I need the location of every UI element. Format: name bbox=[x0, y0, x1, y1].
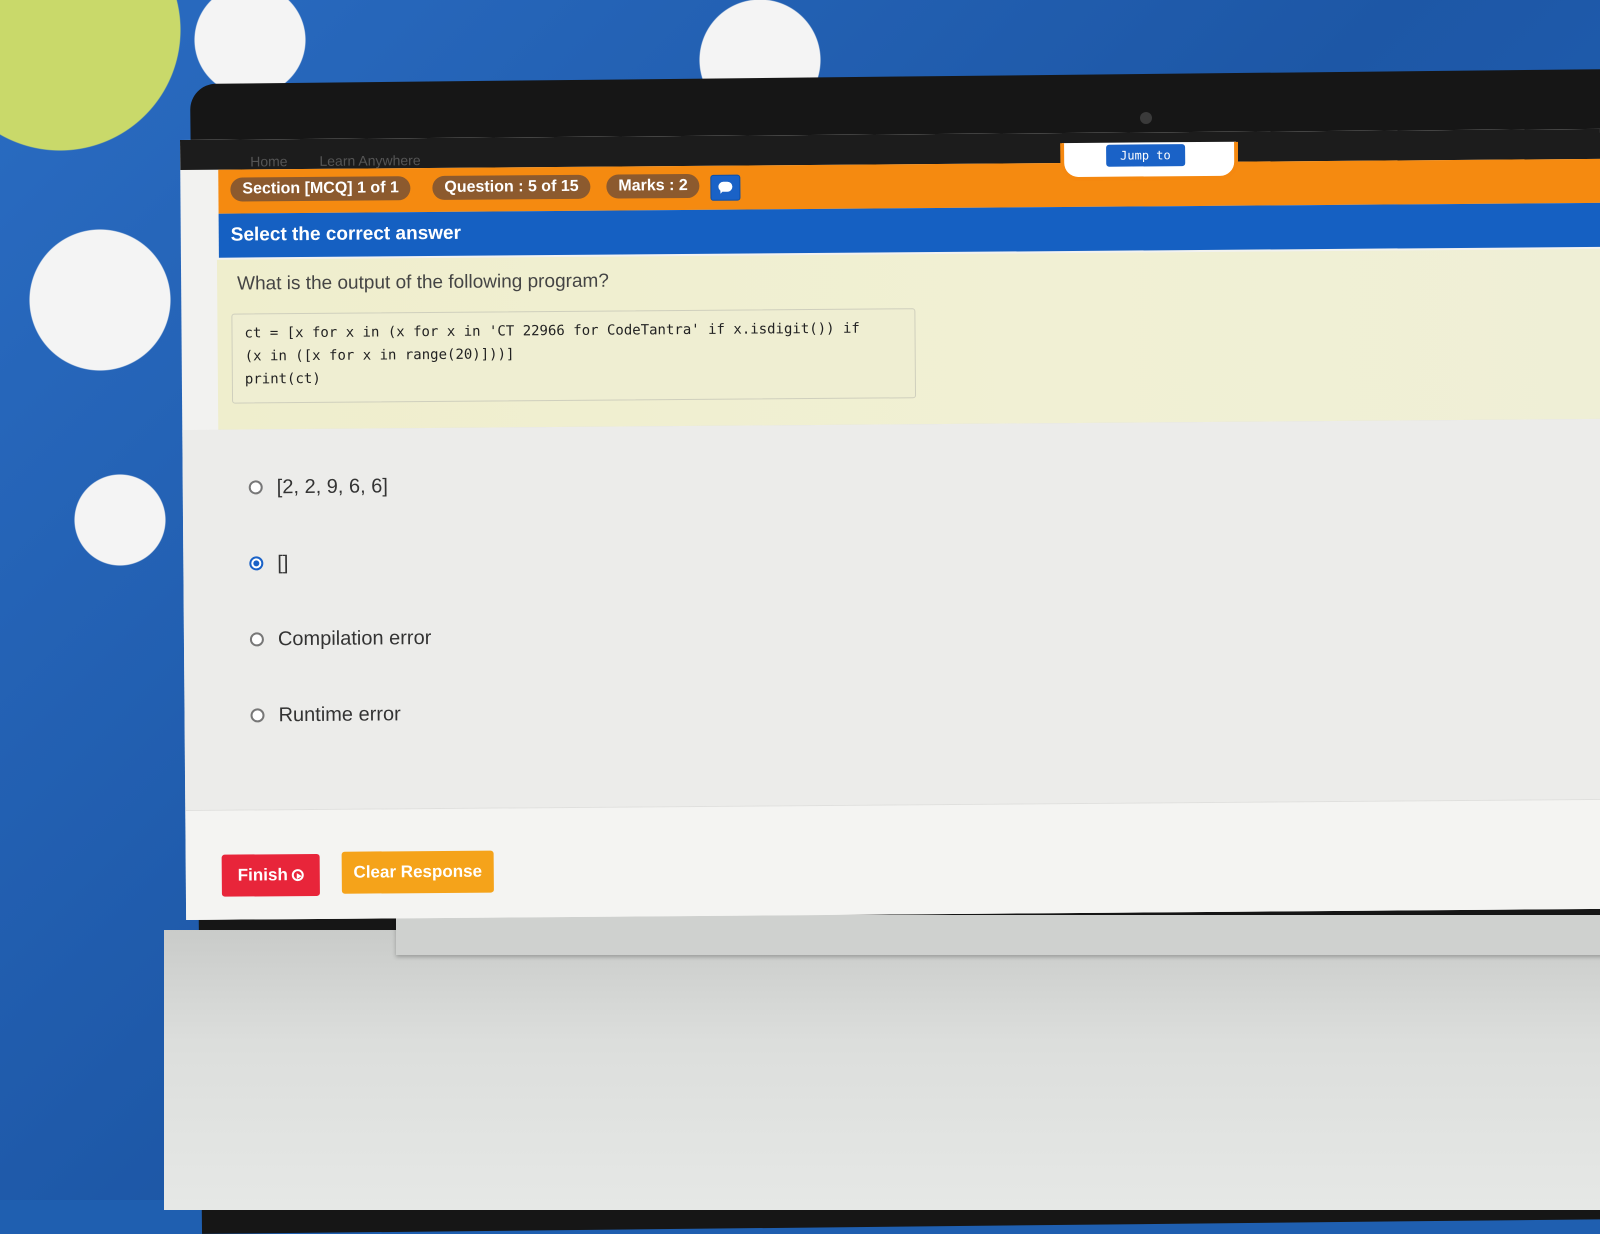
jump-to-tab: Jump to bbox=[1060, 141, 1239, 182]
chat-icon bbox=[718, 181, 733, 192]
section-badge[interactable]: Section [MCQ] 1 of 1 bbox=[230, 176, 411, 202]
clear-response-button[interactable]: Clear Response bbox=[341, 850, 494, 894]
option-label: Runtime error bbox=[278, 702, 401, 726]
option-label: Compilation error bbox=[277, 626, 432, 650]
finish-button[interactable]: Finish bbox=[221, 853, 320, 897]
radio-button[interactable] bbox=[250, 708, 265, 723]
crumb-home[interactable]: Home bbox=[250, 153, 287, 169]
question-panel: What is the output of the following prog… bbox=[216, 248, 1600, 431]
question-text: What is the output of the following prog… bbox=[237, 270, 609, 295]
exam-screen: Home Learn Anywhere Section [MCQ] 1 of 1… bbox=[180, 128, 1600, 920]
marks-badge: Marks : 2 bbox=[606, 173, 700, 199]
action-bar: Finish Clear Response bbox=[185, 798, 1600, 920]
exit-icon bbox=[291, 869, 304, 882]
jump-to-button[interactable]: Jump to bbox=[1106, 144, 1185, 167]
radio-button-selected[interactable] bbox=[249, 556, 264, 571]
option-label: [2, 2, 9, 6, 6] bbox=[276, 474, 388, 498]
option-label: [] bbox=[277, 551, 289, 574]
option-4[interactable]: Runtime error bbox=[250, 698, 401, 731]
webcam-icon bbox=[1140, 112, 1152, 124]
option-1[interactable]: [2, 2, 9, 6, 6] bbox=[248, 470, 388, 503]
option-2[interactable]: [] bbox=[249, 547, 289, 579]
finish-label: Finish bbox=[237, 865, 288, 885]
option-3[interactable]: Compilation error bbox=[249, 622, 432, 655]
crumb-learn-anywhere[interactable]: Learn Anywhere bbox=[319, 152, 420, 169]
question-badge[interactable]: Question : 5 of 15 bbox=[432, 174, 591, 201]
breadcrumb: Home Learn Anywhere bbox=[250, 152, 449, 169]
radio-button[interactable] bbox=[248, 480, 263, 495]
laptop-base bbox=[164, 930, 1600, 1210]
chat-button[interactable] bbox=[710, 174, 741, 201]
options-list: [2, 2, 9, 6, 6] [] Compilation error Run… bbox=[182, 418, 1600, 810]
laptop-hinge bbox=[396, 915, 1600, 955]
code-snippet: ct = [x for x in (x for x in 'CT 22966 f… bbox=[231, 308, 917, 404]
radio-button[interactable] bbox=[249, 632, 264, 647]
